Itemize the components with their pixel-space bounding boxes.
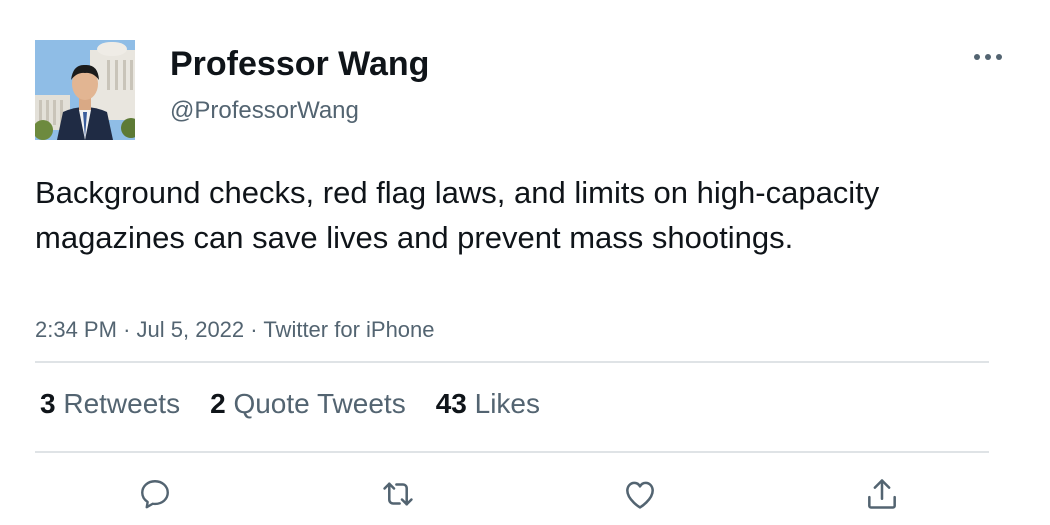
quote-tweets-count: 2 xyxy=(210,388,226,419)
share-button[interactable] xyxy=(862,474,902,514)
tweet-meta: 2:34 PM · Jul 5, 2022 · Twitter for iPho… xyxy=(35,315,435,345)
meta-separator: · xyxy=(123,317,131,342)
profile-photo xyxy=(35,40,135,140)
retweets-stat[interactable]: 3 Retweets xyxy=(40,386,180,422)
more-options-button[interactable] xyxy=(968,44,1008,70)
divider xyxy=(35,451,989,453)
more-horizontal-icon xyxy=(974,54,1002,60)
like-button[interactable] xyxy=(620,474,660,514)
retweet-button[interactable] xyxy=(378,474,418,514)
likes-label: Likes xyxy=(474,388,541,419)
divider xyxy=(35,361,989,363)
retweets-count: 3 xyxy=(40,388,56,419)
avatar[interactable] xyxy=(35,40,135,140)
share-icon xyxy=(868,479,896,509)
engagement-stats: 3 Retweets 2 Quote Tweets 43 Likes xyxy=(40,386,540,422)
tweet-time[interactable]: 2:34 PM xyxy=(35,317,117,342)
retweets-label: Retweets xyxy=(63,388,181,419)
reply-button[interactable] xyxy=(135,474,175,514)
retweet-icon xyxy=(383,482,413,506)
user-handle[interactable]: @ProfessorWang xyxy=(170,96,359,126)
quote-tweets-stat[interactable]: 2 Quote Tweets xyxy=(210,386,406,422)
likes-stat[interactable]: 43 Likes xyxy=(436,386,540,422)
meta-separator: · xyxy=(250,317,258,342)
tweet-text: Background checks, red flag laws, and li… xyxy=(35,175,880,255)
likes-count: 43 xyxy=(435,388,467,419)
like-icon xyxy=(626,481,654,509)
reply-icon xyxy=(141,480,169,509)
quote-tweets-label: Quote Tweets xyxy=(233,388,406,419)
tweet-source[interactable]: Twitter for iPhone xyxy=(263,317,434,342)
display-name[interactable]: Professor Wang xyxy=(170,44,429,84)
tweet-date[interactable]: Jul 5, 2022 xyxy=(137,317,245,342)
